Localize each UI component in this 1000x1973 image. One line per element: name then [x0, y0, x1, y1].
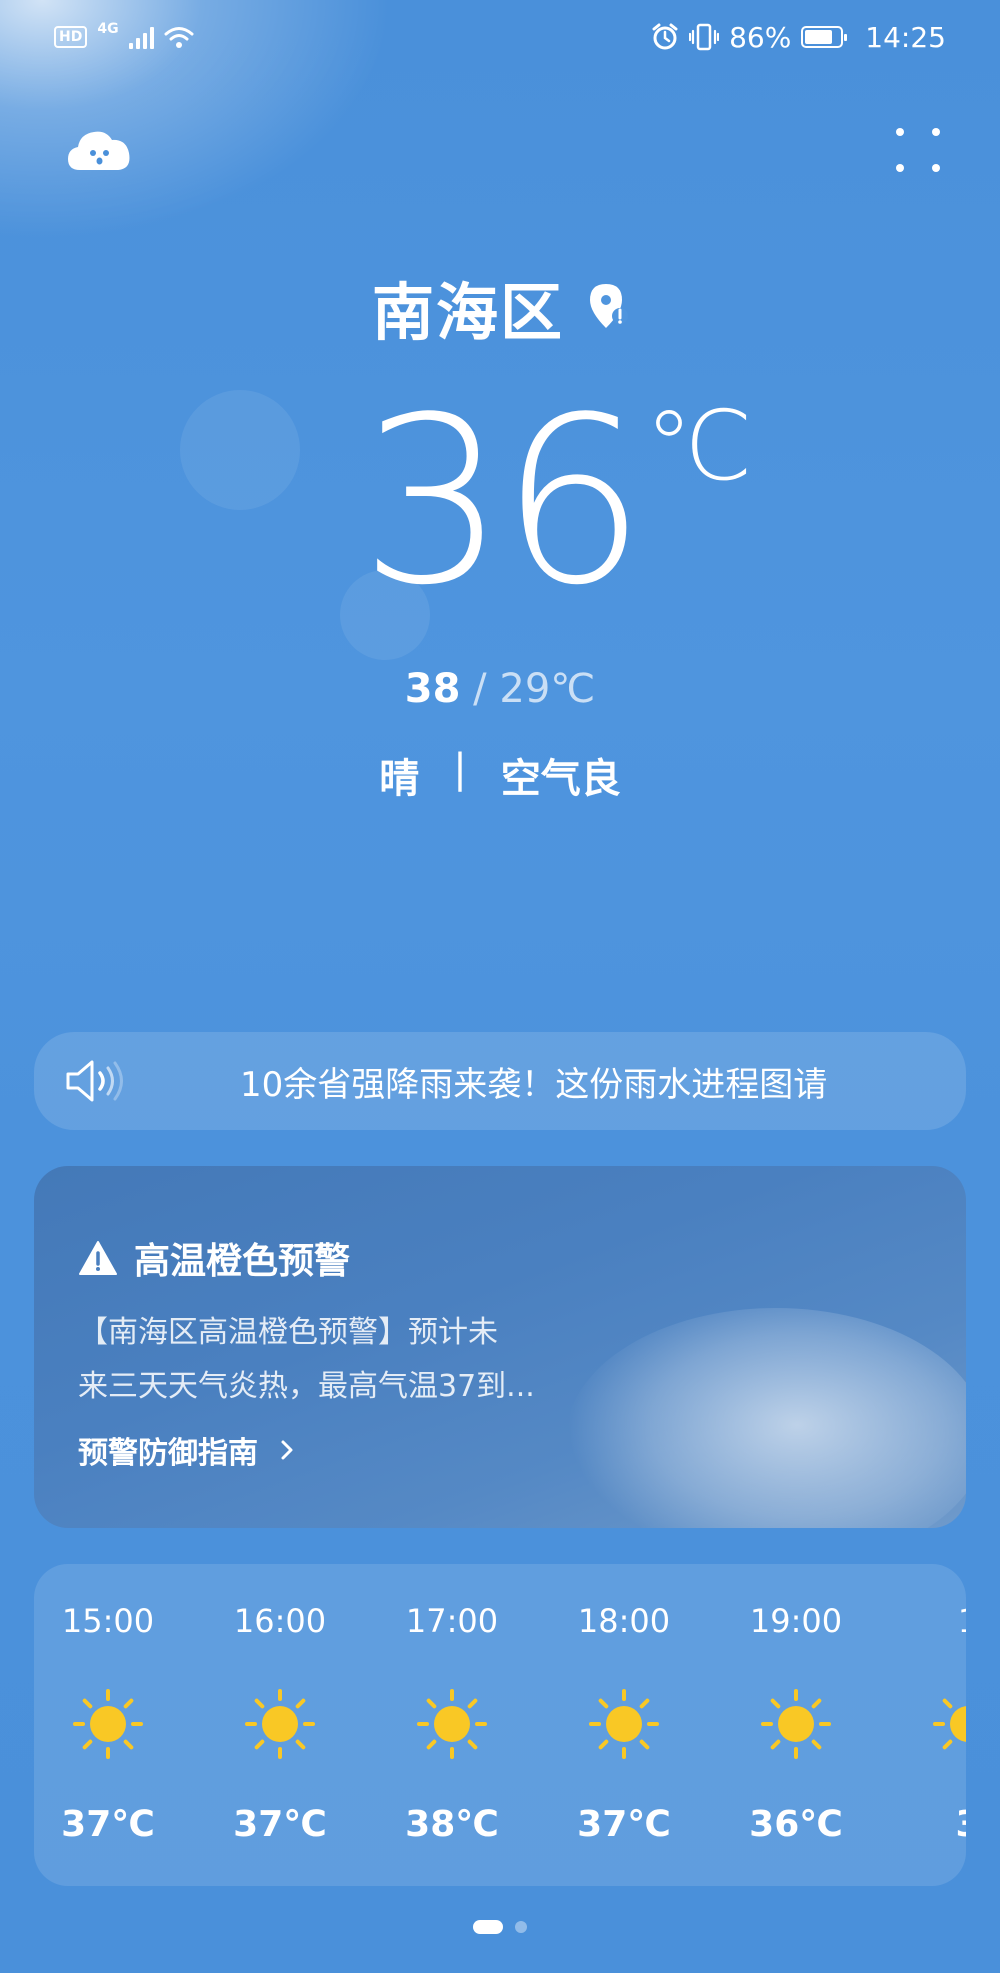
location-header[interactable]: 南海区: [0, 262, 1000, 352]
battery-percent: 86%: [729, 20, 792, 54]
sun-icon: [73, 1689, 143, 1759]
status-bar: HD 4G 86% 14:25: [54, 16, 946, 58]
wifi-icon: [164, 27, 194, 48]
hourly-time: 15:00: [61, 1602, 155, 1640]
location-pin-icon[interactable]: [586, 282, 628, 332]
temperature-unit: ℃: [645, 390, 753, 502]
page-indicator: [0, 1920, 1000, 1934]
low-temp: / 29℃: [460, 666, 596, 712]
vibrate-icon: [689, 23, 720, 51]
clock: 14:25: [865, 20, 946, 54]
condition-row[interactable]: 晴 | 空气良: [0, 746, 1000, 804]
cloud-face-icon[interactable]: [66, 126, 132, 172]
chevron-right-icon: [281, 1440, 293, 1460]
hourly-item[interactable]: 18:00 37℃: [538, 1564, 710, 1886]
hourly-time: 17:00: [405, 1602, 499, 1640]
warning-card[interactable]: 高温橙色预警 【南海区高温橙色预警】预计未 来三天天气炎热，最高气温37到...…: [34, 1166, 966, 1528]
battery-level-fill: [805, 30, 833, 44]
warning-body-line: 来三天天气炎热，最高气温37到...: [78, 1369, 535, 1404]
sun-icon: [245, 1689, 315, 1759]
hourly-temp: 38℃: [405, 1804, 499, 1845]
battery-icon: [801, 26, 848, 48]
hourly-item[interactable]: 19:00 36℃: [710, 1564, 882, 1886]
hourly-item[interactable]: 15:00 37℃: [34, 1564, 194, 1886]
hourly-temp: 3: [882, 1804, 966, 1845]
news-headline[interactable]: 10余省强降雨来袭！这份雨水进程图请: [240, 1057, 926, 1106]
high-temp: 38: [404, 666, 461, 712]
hourly-item[interactable]: 17:00 38℃: [366, 1564, 538, 1886]
warning-body: 【南海区高温橙色预警】预计未 来三天天气炎热，最高气温37到...: [78, 1306, 638, 1414]
status-left: HD 4G: [54, 21, 194, 49]
news-ticker[interactable]: 10余省强降雨来袭！这份雨水进程图请: [34, 1032, 966, 1130]
current-temperature: 36 ℃: [0, 388, 1000, 618]
hourly-forecast[interactable]: 15:00 37℃ 16:00 37℃ 17:00 38℃ 18:00 37℃ 19:00 36℃…: [34, 1564, 966, 1886]
speaker-icon: [66, 1060, 123, 1102]
hourly-time: 1: [882, 1602, 966, 1640]
sun-icon: [417, 1689, 487, 1759]
hourly-temp: 37℃: [577, 1804, 671, 1845]
hourly-time: 16:00: [233, 1602, 327, 1640]
status-right: 86% 14:25: [651, 21, 946, 54]
weather-condition: 晴: [379, 756, 420, 802]
air-quality[interactable]: 空气良: [501, 746, 621, 804]
alarm-icon: [652, 23, 678, 50]
hourly-temp: 36℃: [749, 1804, 843, 1845]
hourly-temp: 37℃: [233, 1804, 327, 1845]
hourly-item[interactable]: 16:00 37℃: [194, 1564, 366, 1886]
condition-separator: |: [453, 746, 467, 792]
sun-icon: [761, 1689, 831, 1759]
warning-guide-link[interactable]: 预警防御指南: [78, 1428, 294, 1472]
hourly-time: 19:00: [749, 1602, 843, 1640]
warning-guide-label: 预警防御指南: [78, 1436, 258, 1471]
temperature-value: 36: [359, 369, 647, 636]
warning-title-row: 高温橙色预警: [78, 1232, 350, 1284]
warning-triangle-icon: [79, 1241, 117, 1275]
high-low-temp: 38 / 29℃: [0, 666, 1000, 712]
network-type-label: 4G: [97, 21, 119, 37]
sun-icon: [933, 1698, 966, 1750]
more-dots-icon[interactable]: [896, 128, 940, 172]
hd-icon: HD: [54, 26, 88, 48]
hourly-item[interactable]: 13: [882, 1564, 966, 1886]
location-name[interactable]: 南海区: [372, 262, 564, 352]
hourly-temp: 37℃: [61, 1804, 155, 1845]
signal-icon: [128, 25, 154, 49]
warning-title: 高温橙色预警: [134, 1241, 351, 1282]
warning-body-line: 【南海区高温橙色预警】预计未: [78, 1315, 498, 1350]
hourly-time: 18:00: [577, 1602, 671, 1640]
sun-icon: [589, 1689, 659, 1759]
page-dot-active[interactable]: [473, 1920, 503, 1934]
page-dot[interactable]: [515, 1921, 527, 1933]
